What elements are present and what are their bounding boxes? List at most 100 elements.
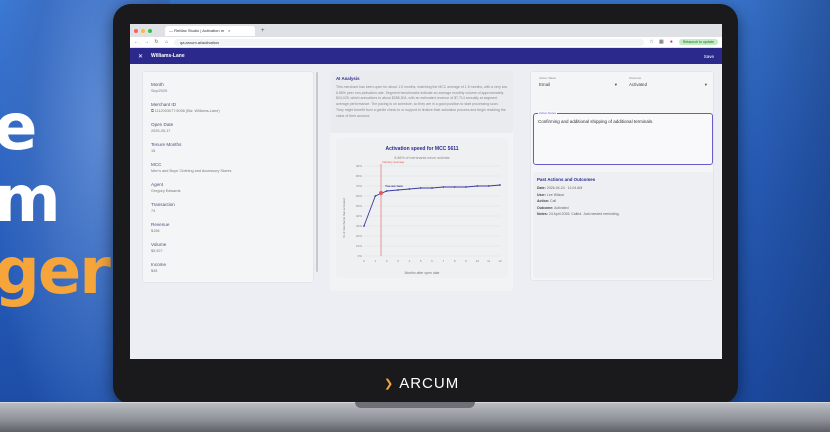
x-tick-label: 6 <box>431 259 433 263</box>
chart-xlabel: Months after open date <box>405 271 440 275</box>
extensions-icon[interactable]: ▦ <box>659 39 664 45</box>
field-value: Gregory Edwards <box>151 189 181 193</box>
field-revenue: Revenue $198 <box>151 222 169 233</box>
action-notes-label: Action Notes <box>538 111 558 115</box>
data-point <box>453 186 456 188</box>
field-month: Month Sep/2025 <box>151 82 167 93</box>
minimize-window-icon[interactable] <box>141 28 145 33</box>
close-window-icon[interactable] <box>134 28 138 33</box>
browser-tab[interactable]: — ReMax Studio | Activation m × <box>165 25 255 36</box>
data-point <box>397 189 399 191</box>
new-tab-icon[interactable]: + <box>261 28 265 34</box>
data-point <box>374 195 377 197</box>
x-tick-label: 2 <box>386 259 388 263</box>
url-text: qa.arcum.ai/activation <box>180 39 219 45</box>
industry-average-label: Industry average <box>382 160 405 164</box>
field-value: 1112003077:5056 (Biz: Williams-Lane) <box>154 109 220 113</box>
app-header: ✕ Williams-Lane Save <box>130 48 722 64</box>
past-row-action: Action: Call <box>537 199 709 203</box>
outcome-value: Activated <box>629 82 648 87</box>
y-tick-label: 50% <box>356 204 362 208</box>
maximize-window-icon[interactable] <box>148 28 152 33</box>
action-panel: Action Taken Email ▾ Outcome Activated ▾… <box>530 71 714 281</box>
home-icon[interactable]: ⌂ <box>164 39 169 45</box>
chart-title: Activation speed for MCC 5611 <box>385 146 458 152</box>
close-icon[interactable]: ✕ <box>138 53 143 60</box>
outcome-label: Outcome <box>629 76 642 80</box>
ai-analysis-card: AI Analysis This merchant has been open … <box>330 71 513 133</box>
data-point <box>363 225 365 227</box>
data-point <box>442 186 445 188</box>
action-taken-select[interactable]: Action Taken Email ▾ <box>539 76 617 88</box>
page-title: Williams-Lane <box>151 53 185 59</box>
outcome-value-row: Activated ▾ <box>629 82 707 88</box>
y-tick-label: 70% <box>356 184 362 188</box>
back-icon[interactable]: ← <box>134 39 139 45</box>
x-tick-label: 12 <box>498 259 502 263</box>
headline-line: ger <box>0 235 111 309</box>
x-tick-label: 4 <box>408 259 410 263</box>
ai-analysis-title: AI Analysis <box>336 76 360 81</box>
bookmark-star-icon[interactable]: ☆ <box>649 39 654 45</box>
panel-scrollbar[interactable] <box>316 72 318 272</box>
field-label: Agent <box>151 182 164 187</box>
action-notes-text: Confirming and additional shipping of ad… <box>538 119 654 124</box>
chevron-down-icon: ▾ <box>704 82 707 87</box>
y-tick-label: 0% <box>358 254 363 258</box>
data-point <box>487 185 490 187</box>
data-point <box>385 190 388 192</box>
address-bar[interactable]: qa.arcum.ai/activation <box>174 38 644 46</box>
row-key: Action: <box>537 199 550 203</box>
field-label: Month <box>151 82 164 87</box>
merchant-info-panel: Month Sep/2025 Merchant ID ⧉ 1112003077:… <box>142 71 314 283</box>
x-tick-label: 7 <box>442 259 444 263</box>
reload-icon[interactable]: ↻ <box>154 39 159 45</box>
chart-plot-area: 0%10%20%30%40%50%60%70%80%90%0 1 2 3 4 5 6 7 8 9 1… <box>356 160 502 263</box>
y-tick-label: 20% <box>356 234 362 238</box>
x-tick-label: 10 <box>476 259 480 263</box>
save-button[interactable]: Save <box>704 54 714 59</box>
background-headline: e m ger <box>0 91 111 309</box>
field-label: Merchant ID <box>151 102 177 107</box>
field-open-date: Open Date 2025-05-17 <box>151 122 173 133</box>
chevron-down-icon: ▾ <box>614 82 617 87</box>
activation-chart: Activation speed for MCC 5611 6.86% of m… <box>342 146 502 275</box>
copy-icon[interactable]: ⧉ <box>151 109 154 113</box>
headline-line: e <box>0 91 37 165</box>
arcum-logo: ❯ ARCUM <box>384 375 459 392</box>
field-value: 2025-05-17 <box>151 129 171 133</box>
row-value: 24 April 2026: Called. Just needed remin… <box>548 212 620 216</box>
field-label: Revenue <box>151 222 170 227</box>
laptop-screen: — ReMax Studio | Activation m × + ← → ↻ … <box>130 24 722 359</box>
past-row-outcome: Outcome: Activated <box>537 206 709 210</box>
x-tick-label: 0 <box>363 259 365 263</box>
x-tick-label: 5 <box>420 259 422 263</box>
past-row-notes: Notes: 24 April 2026: Called. Just neede… <box>537 212 709 216</box>
analysis-column: AI Analysis This merchant has been open … <box>330 71 513 291</box>
data-point <box>431 187 433 189</box>
activation-series-line <box>363 184 501 227</box>
tab-close-icon[interactable]: × <box>228 28 230 33</box>
profile-avatar-icon[interactable]: ● <box>669 39 674 45</box>
relaunch-button[interactable]: Relaunch to update <box>678 39 718 45</box>
field-mcc: MCC Men's and Boys' Clothing and Accesso… <box>151 162 231 173</box>
x-tick-label: 8 <box>454 259 456 263</box>
action-notes-field[interactable]: Action Notes Confirming and additional s… <box>533 111 713 165</box>
row-key: User: <box>537 192 546 197</box>
you-are-here-marker <box>379 191 383 195</box>
action-taken-value: Email <box>539 82 550 87</box>
x-tick-label: 11 <box>487 259 490 263</box>
y-tick-label: 60% <box>356 194 362 198</box>
field-transaction: Transaction 74 <box>151 202 175 213</box>
past-actions-card: Past Actions and Outcomes Date: 2026-04-… <box>533 172 713 278</box>
data-point <box>476 185 479 187</box>
past-actions-title: Past Actions and Outcomes <box>537 177 596 182</box>
field-tenure-months: Tenure Months 15 <box>151 142 181 153</box>
y-tick-label: 30% <box>356 224 362 228</box>
arcum-mark-icon: ❯ <box>384 378 395 390</box>
outcome-select[interactable]: Outcome Activated ▾ <box>629 76 707 88</box>
row-value: Activated <box>554 205 569 210</box>
forward-icon[interactable]: → <box>144 39 149 45</box>
field-agent: Agent Gregory Edwards <box>151 182 181 193</box>
field-value: $45 <box>151 269 158 273</box>
